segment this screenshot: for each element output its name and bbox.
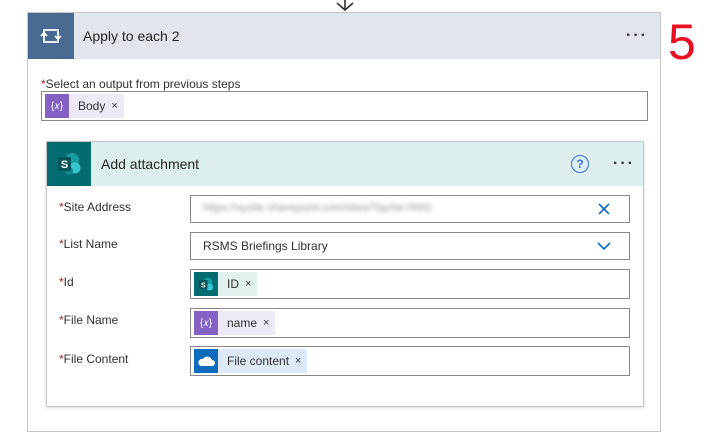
list-name-label: *List Name: [59, 237, 118, 251]
site-address-value: https://xyzite.sharepoint.com/sites/Tayr…: [203, 202, 432, 214]
help-icon[interactable]: ?: [571, 155, 589, 173]
id-input[interactable]: S ID ×: [190, 269, 630, 299]
expression-icon: {𝑥}: [194, 311, 218, 335]
file-name-input[interactable]: {𝑥} name ×: [190, 308, 630, 338]
file-content-token[interactable]: File content ×: [194, 349, 308, 373]
select-output-input[interactable]: {𝑥} Body ×: [41, 91, 648, 121]
file-content-token-label: File content: [227, 354, 290, 368]
loop-more-options-button[interactable]: ···: [626, 28, 648, 44]
sharepoint-icon: S: [47, 142, 91, 186]
body-token-label: Body: [78, 99, 106, 113]
file-content-label: *File Content: [59, 352, 128, 366]
chevron-down-icon[interactable]: [597, 239, 611, 253]
list-name-label-text: List Name: [63, 237, 118, 251]
loop-icon: [28, 13, 74, 59]
apply-to-each-header[interactable]: Apply to each 2 ···: [28, 13, 660, 59]
clear-icon[interactable]: [597, 202, 611, 216]
expression-icon: {𝑥}: [45, 94, 69, 118]
file-name-label: *File Name: [59, 313, 118, 327]
add-attachment-card: S Add attachment ? ··· *Site Address htt…: [46, 141, 644, 407]
list-name-value: RSMS Briefings Library: [203, 239, 328, 253]
id-label: *Id: [59, 275, 74, 289]
remove-id-token-button[interactable]: ×: [245, 278, 251, 290]
sharepoint-icon: S: [194, 272, 218, 296]
onedrive-icon: [194, 349, 218, 373]
action-more-options-button[interactable]: ···: [613, 156, 635, 172]
connector-arrow-icon: [336, 0, 354, 12]
file-content-input[interactable]: File content ×: [190, 346, 630, 376]
remove-file-content-token-button[interactable]: ×: [295, 355, 301, 367]
site-address-label: *Site Address: [59, 200, 131, 214]
id-label-text: Id: [63, 275, 74, 289]
id-token[interactable]: S ID ×: [194, 272, 258, 296]
add-attachment-header[interactable]: S Add attachment ? ···: [47, 142, 643, 186]
site-address-label-text: Site Address: [63, 200, 132, 214]
apply-to-each-title: Apply to each 2: [83, 28, 180, 44]
file-content-label-text: File Content: [63, 352, 129, 366]
name-token[interactable]: {𝑥} name ×: [194, 311, 276, 335]
body-token[interactable]: {𝑥} Body ×: [45, 94, 124, 118]
add-attachment-title: Add attachment: [101, 156, 200, 172]
remove-name-token-button[interactable]: ×: [263, 317, 269, 329]
remove-body-token-button[interactable]: ×: [111, 100, 117, 112]
select-output-label-text: Select an output from previous steps: [45, 77, 241, 91]
step-number-annotation: 5: [668, 14, 696, 70]
apply-to-each-card: Apply to each 2 ··· *Select an output fr…: [27, 12, 661, 432]
id-token-label: ID: [227, 277, 239, 291]
file-name-label-text: File Name: [63, 313, 119, 327]
list-name-dropdown[interactable]: RSMS Briefings Library: [190, 232, 630, 260]
select-output-label: *Select an output from previous steps: [41, 77, 240, 91]
site-address-input[interactable]: https://xyzite.sharepoint.com/sites/Tayr…: [190, 195, 630, 223]
svg-text:S: S: [61, 159, 68, 171]
name-token-label: name: [227, 316, 258, 330]
svg-text:S: S: [201, 282, 206, 289]
